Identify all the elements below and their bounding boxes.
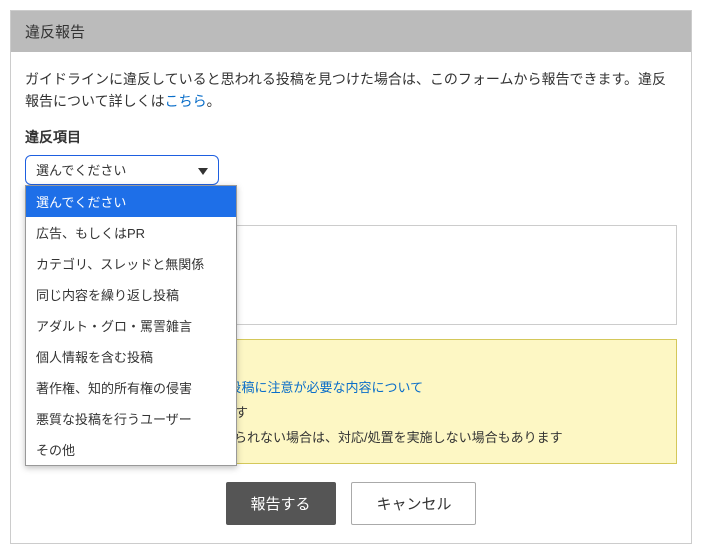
violation-select[interactable]: 選んでください [25, 155, 219, 185]
violation-selected-value: 選んでください [36, 163, 126, 178]
violation-select-wrap: 選んでください 選んでください 広告、もしくはPR カテゴリ、スレッドと無関係 … [25, 155, 219, 185]
intro-before: ガイドラインに違反していると思われる投稿を見つけた場合は、このフォームから報告で… [25, 71, 666, 109]
dialog-header: 違反報告 [11, 11, 691, 52]
violation-option[interactable]: 同じ内容を繰り返し投稿 [26, 279, 236, 310]
dialog-title: 違反報告 [25, 24, 85, 41]
intro-after: 。 [207, 93, 221, 109]
submit-button[interactable]: 報告する [226, 482, 336, 525]
violation-option[interactable]: その他 [26, 434, 236, 465]
violation-option[interactable]: アダルト・グロ・罵詈雑言 [26, 310, 236, 341]
violation-dropdown: 選んでください 広告、もしくはPR カテゴリ、スレッドと無関係 同じ内容を繰り返… [25, 185, 237, 466]
intro-text: ガイドラインに違反していると思われる投稿を見つけた場合は、このフォームから報告で… [25, 68, 677, 113]
report-dialog: 違反報告 ガイドラインに違反していると思われる投稿を見つけた場合は、このフォーム… [10, 10, 692, 544]
violation-option[interactable]: 著作権、知的所有権の侵害 [26, 372, 236, 403]
violation-label: 違反項目 [25, 127, 677, 147]
violation-option[interactable]: 個人情報を含む投稿 [26, 341, 236, 372]
dialog-actions: 報告する キャンセル [25, 482, 677, 525]
violation-option[interactable]: カテゴリ、スレッドと無関係 [26, 248, 236, 279]
dialog-body: ガイドラインに違反していると思われる投稿を見つけた場合は、このフォームから報告で… [11, 52, 691, 543]
cancel-button[interactable]: キャンセル [351, 482, 476, 525]
details-link[interactable]: こちら [165, 93, 207, 109]
violation-option[interactable]: 選んでください [26, 186, 236, 217]
violation-option[interactable]: 広告、もしくはPR [26, 217, 236, 248]
violation-option[interactable]: 悪質な投稿を行うユーザー [26, 403, 236, 434]
